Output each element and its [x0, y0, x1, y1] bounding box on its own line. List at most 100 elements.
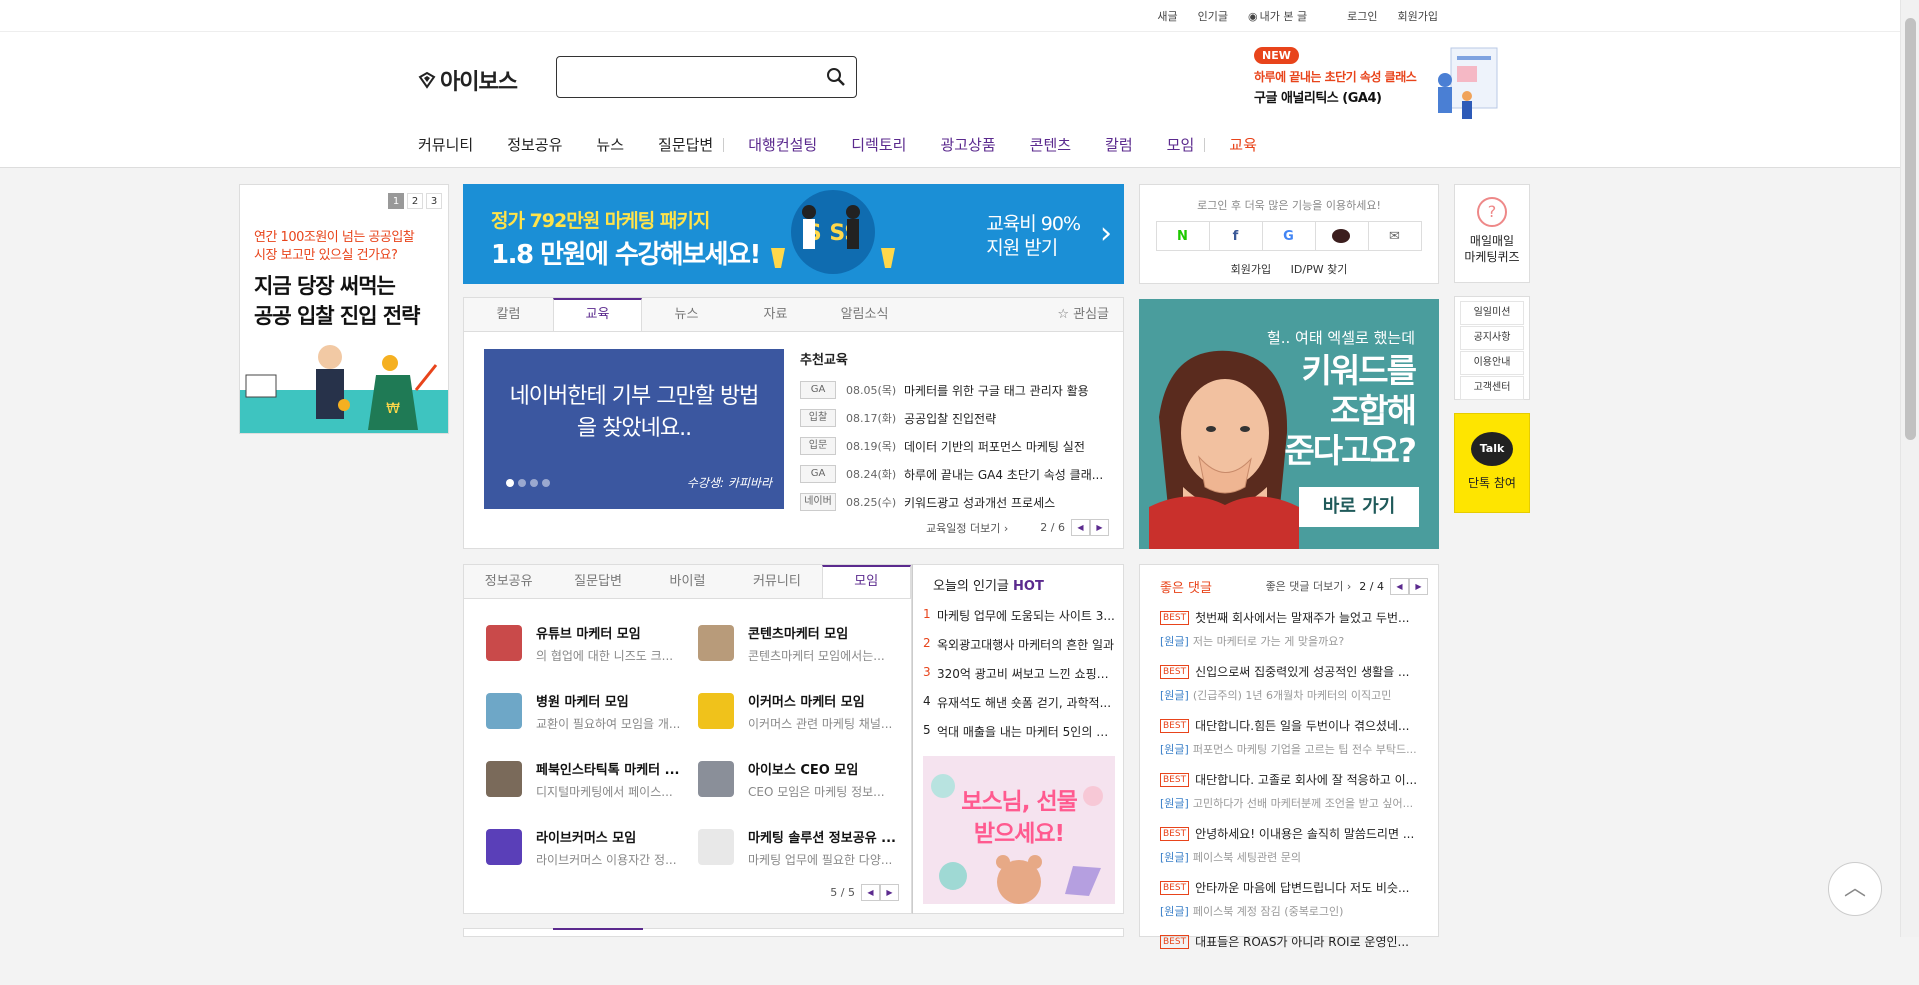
- my-viewed-link[interactable]: ◉ 내가 본 글: [1238, 8, 1317, 24]
- nav-community[interactable]: 커뮤니티: [418, 134, 473, 155]
- edu-more-link[interactable]: 교육일정 더보기 ›: [926, 520, 1008, 536]
- google-login-icon[interactable]: G: [1261, 221, 1316, 251]
- edu-row[interactable]: 네이버 08.25(수) 키워드광고 성과개선 프로세스: [800, 488, 1110, 516]
- comment-item[interactable]: BEST 안타까운 마음에 답변드립니다 저도 비슷... [원글] 페이스북 계정 …: [1140, 879, 1438, 931]
- origin-title[interactable]: 퍼포먼스 마케팅 기업을 고르는 팁 전수 부탁드...: [1193, 743, 1417, 756]
- slide-dot[interactable]: [518, 479, 526, 487]
- origin-title[interactable]: 고민하다가 선배 마케터분께 조언을 받고 싶어...: [1193, 797, 1413, 810]
- find-account-link[interactable]: ID/PW 찾기: [1291, 263, 1348, 276]
- meeting-item[interactable]: 콘텐츠마케터 모임 콘텐츠마케터 모임에서는...: [698, 621, 910, 665]
- meeting-item[interactable]: 라이브커머스 모임 라이브커머스 이용자간 정...: [486, 825, 698, 869]
- login-link[interactable]: 로그인: [1337, 8, 1387, 24]
- search-box[interactable]: [556, 56, 857, 98]
- slide-dot[interactable]: [530, 479, 538, 487]
- nav-column[interactable]: 칼럼: [1105, 134, 1133, 155]
- meeting-name[interactable]: 페북인스타틱톡 마케터 ...: [536, 759, 686, 778]
- support-link[interactable]: 고객센터: [1460, 376, 1524, 400]
- left-ad-banner[interactable]: 1 2 3 연간 100조원이 넘는 공공입찰 시장 보고만 있으실 건가요? …: [239, 184, 449, 434]
- comment-text[interactable]: 대표들은 ROAS가 아니라 ROI로 운영인...: [1195, 933, 1417, 950]
- comment-text[interactable]: 안녕하세요! 이내용은 솔직히 말씀드리면 ...: [1195, 825, 1417, 842]
- comment-item[interactable]: BEST 대단합니다.힘든 일을 두번이나 겪으셨네... [원글] 퍼포먼스 마케팅…: [1140, 717, 1438, 769]
- signup-link[interactable]: 회원가입: [1388, 8, 1448, 24]
- meeting-item[interactable]: 아이보스 CEO 모임 CEO 모임은 마케팅 정보...: [698, 757, 910, 801]
- popular-title[interactable]: 유재석도 해낸 숏폼 걷기, 과학적...: [937, 694, 1117, 723]
- tab-meeting[interactable]: 모임: [821, 565, 911, 598]
- origin-title[interactable]: (긴급주의) 1년 6개월차 마케터의 이직고민: [1193, 689, 1392, 702]
- scrollbar-thumb[interactable]: [1905, 18, 1916, 440]
- popular-item[interactable]: 1 마케팅 업무에 도움되는 사이트 3...: [913, 607, 1123, 636]
- nav-info[interactable]: 정보공유: [507, 134, 562, 155]
- nav-ads[interactable]: 광고상품: [940, 134, 995, 155]
- comment-item[interactable]: BEST 대표들은 ROAS가 아니라 ROI로 운영인...: [1140, 933, 1438, 985]
- meeting-name[interactable]: 마케팅 솔루션 정보공유 ...: [748, 827, 898, 846]
- edu-slide[interactable]: 네이버한테 기부 그만할 방법을 찾았네요.. 수강생: 카피바라: [484, 349, 784, 509]
- popular-title[interactable]: 옥외광고대행사 마케터의 흔한 일과: [937, 636, 1117, 665]
- tab-community[interactable]: 커뮤니티: [732, 565, 821, 598]
- meeting-name[interactable]: 콘텐츠마케터 모임: [748, 623, 898, 642]
- ad-page-1[interactable]: 1: [388, 193, 404, 209]
- comment-text[interactable]: 안타까운 마음에 답변드립니다 저도 비슷...: [1195, 879, 1417, 896]
- page-scrollbar[interactable]: [1900, 0, 1919, 937]
- meeting-name[interactable]: 병원 마케터 모임: [536, 691, 686, 710]
- nav-contents[interactable]: 콘텐츠: [1030, 134, 1071, 155]
- site-logo[interactable]: 아이보스: [418, 64, 518, 96]
- meeting-item[interactable]: 페북인스타틱톡 마케터 ... 디지털마케팅에서 페이스...: [486, 757, 698, 801]
- nav-agency[interactable]: 대행컨설팅: [748, 134, 817, 155]
- edu-title[interactable]: 데이터 기반의 퍼포먼스 마케팅 실전: [904, 438, 1104, 455]
- tab-data[interactable]: 자료: [731, 298, 820, 331]
- meeting-name[interactable]: 유튜브 마케터 모임: [536, 623, 686, 642]
- edu-title[interactable]: 하루에 끝내는 GA4 초단기 속성 클래...: [904, 466, 1104, 483]
- nav-news[interactable]: 뉴스: [596, 134, 624, 155]
- main-promo-banner[interactable]: 정가 792만원 마케팅 패키지 1.8 만원에 수강해보세요! S SS 교육…: [463, 184, 1124, 284]
- tab-education[interactable]: 교육: [553, 298, 642, 331]
- comment-text[interactable]: 신입으로써 집중력있게 성공적인 생활을 ...: [1195, 663, 1417, 680]
- ad-page-3[interactable]: 3: [426, 193, 442, 209]
- tab-qa[interactable]: 질문답변: [553, 565, 642, 598]
- edu-title[interactable]: 공공입찰 진입전략: [904, 410, 1104, 427]
- tab-viral[interactable]: 바이럴: [643, 565, 732, 598]
- nav-qa[interactable]: 질문답변: [658, 134, 713, 155]
- nav-meeting[interactable]: 모임: [1167, 134, 1195, 155]
- meeting-name[interactable]: 라이브커머스 모임: [536, 827, 686, 846]
- edu-title[interactable]: 마케터를 위한 구글 태그 관리자 활용: [904, 382, 1104, 399]
- comments-more-link[interactable]: 좋은 댓글 더보기 ›: [1266, 578, 1352, 594]
- prev-icon[interactable]: ◀: [861, 884, 880, 901]
- slide-dot[interactable]: [542, 479, 550, 487]
- search-input[interactable]: [567, 57, 817, 95]
- edu-row[interactable]: 입찰 08.17(화) 공공입찰 진입전략: [800, 404, 1110, 432]
- comment-item[interactable]: BEST 대단합니다. 고졸로 회사에 잘 적응하고 이... [원글] 고민하다가 …: [1140, 771, 1438, 823]
- popular-title[interactable]: 마케팅 업무에 도움되는 사이트 3...: [937, 607, 1117, 636]
- origin-title[interactable]: 페이스북 계정 잠김 (중복로그인): [1193, 905, 1344, 918]
- edu-row[interactable]: GA 08.24(화) 하루에 끝내는 GA4 초단기 속성 클래...: [800, 460, 1110, 488]
- signup-link[interactable]: 회원가입: [1231, 263, 1271, 276]
- facebook-login-icon[interactable]: f: [1208, 221, 1263, 251]
- comment-text[interactable]: 대단합니다. 고졸로 회사에 잘 적응하고 이...: [1195, 771, 1417, 788]
- popular-title[interactable]: 320억 광고비 써보고 느낀 쇼핑몰...: [937, 665, 1117, 694]
- kakao-login-icon[interactable]: [1314, 221, 1369, 251]
- tab-news[interactable]: 뉴스: [642, 298, 731, 331]
- nav-education[interactable]: 교육: [1229, 134, 1257, 155]
- popular-item[interactable]: 4 유재석도 해낸 숏폼 걷기, 과학적...: [913, 694, 1123, 723]
- scroll-top-button[interactable]: ︿: [1828, 862, 1882, 916]
- guide-link[interactable]: 이용안내: [1460, 351, 1524, 375]
- meeting-item[interactable]: 마케팅 솔루션 정보공유 ... 마케팅 업무에 필요한 다양...: [698, 825, 910, 869]
- next-icon[interactable]: ▶: [1409, 577, 1428, 595]
- daily-quiz[interactable]: ? 매일매일 마케팅퀴즈: [1454, 184, 1530, 283]
- popular-item[interactable]: 2 옥외광고대행사 마케터의 흔한 일과: [913, 636, 1123, 665]
- email-login-icon[interactable]: ✉: [1367, 221, 1422, 251]
- favorite-button[interactable]: ☆ 관심글: [1057, 298, 1123, 331]
- nav-directory[interactable]: 디렉토리: [851, 134, 906, 155]
- comment-item[interactable]: BEST 안녕하세요! 이내용은 솔직히 말씀드리면 ... [원글] 페이스북 세팅…: [1140, 825, 1438, 877]
- go-button[interactable]: 바로 가기: [1299, 487, 1419, 527]
- meeting-name[interactable]: 이커머스 마케터 모임: [748, 691, 898, 710]
- popular-link[interactable]: 인기글: [1188, 8, 1238, 24]
- origin-title[interactable]: 페이스북 세팅관련 문의: [1193, 851, 1301, 864]
- new-posts-link[interactable]: 새글: [1147, 8, 1187, 24]
- next-icon[interactable]: ▶: [1090, 519, 1109, 536]
- search-icon[interactable]: [826, 67, 846, 87]
- comment-text[interactable]: 대단합니다.힘든 일을 두번이나 겪으셨네...: [1195, 717, 1417, 734]
- kakao-chat[interactable]: Talk 단톡 참여: [1454, 413, 1530, 513]
- popular-title[interactable]: 억대 매출을 내는 마케터 5인의 이...: [937, 723, 1117, 752]
- prev-icon[interactable]: ◀: [1390, 577, 1409, 595]
- meeting-item[interactable]: 병원 마케터 모임 교환이 필요하여 모임을 개...: [486, 689, 698, 733]
